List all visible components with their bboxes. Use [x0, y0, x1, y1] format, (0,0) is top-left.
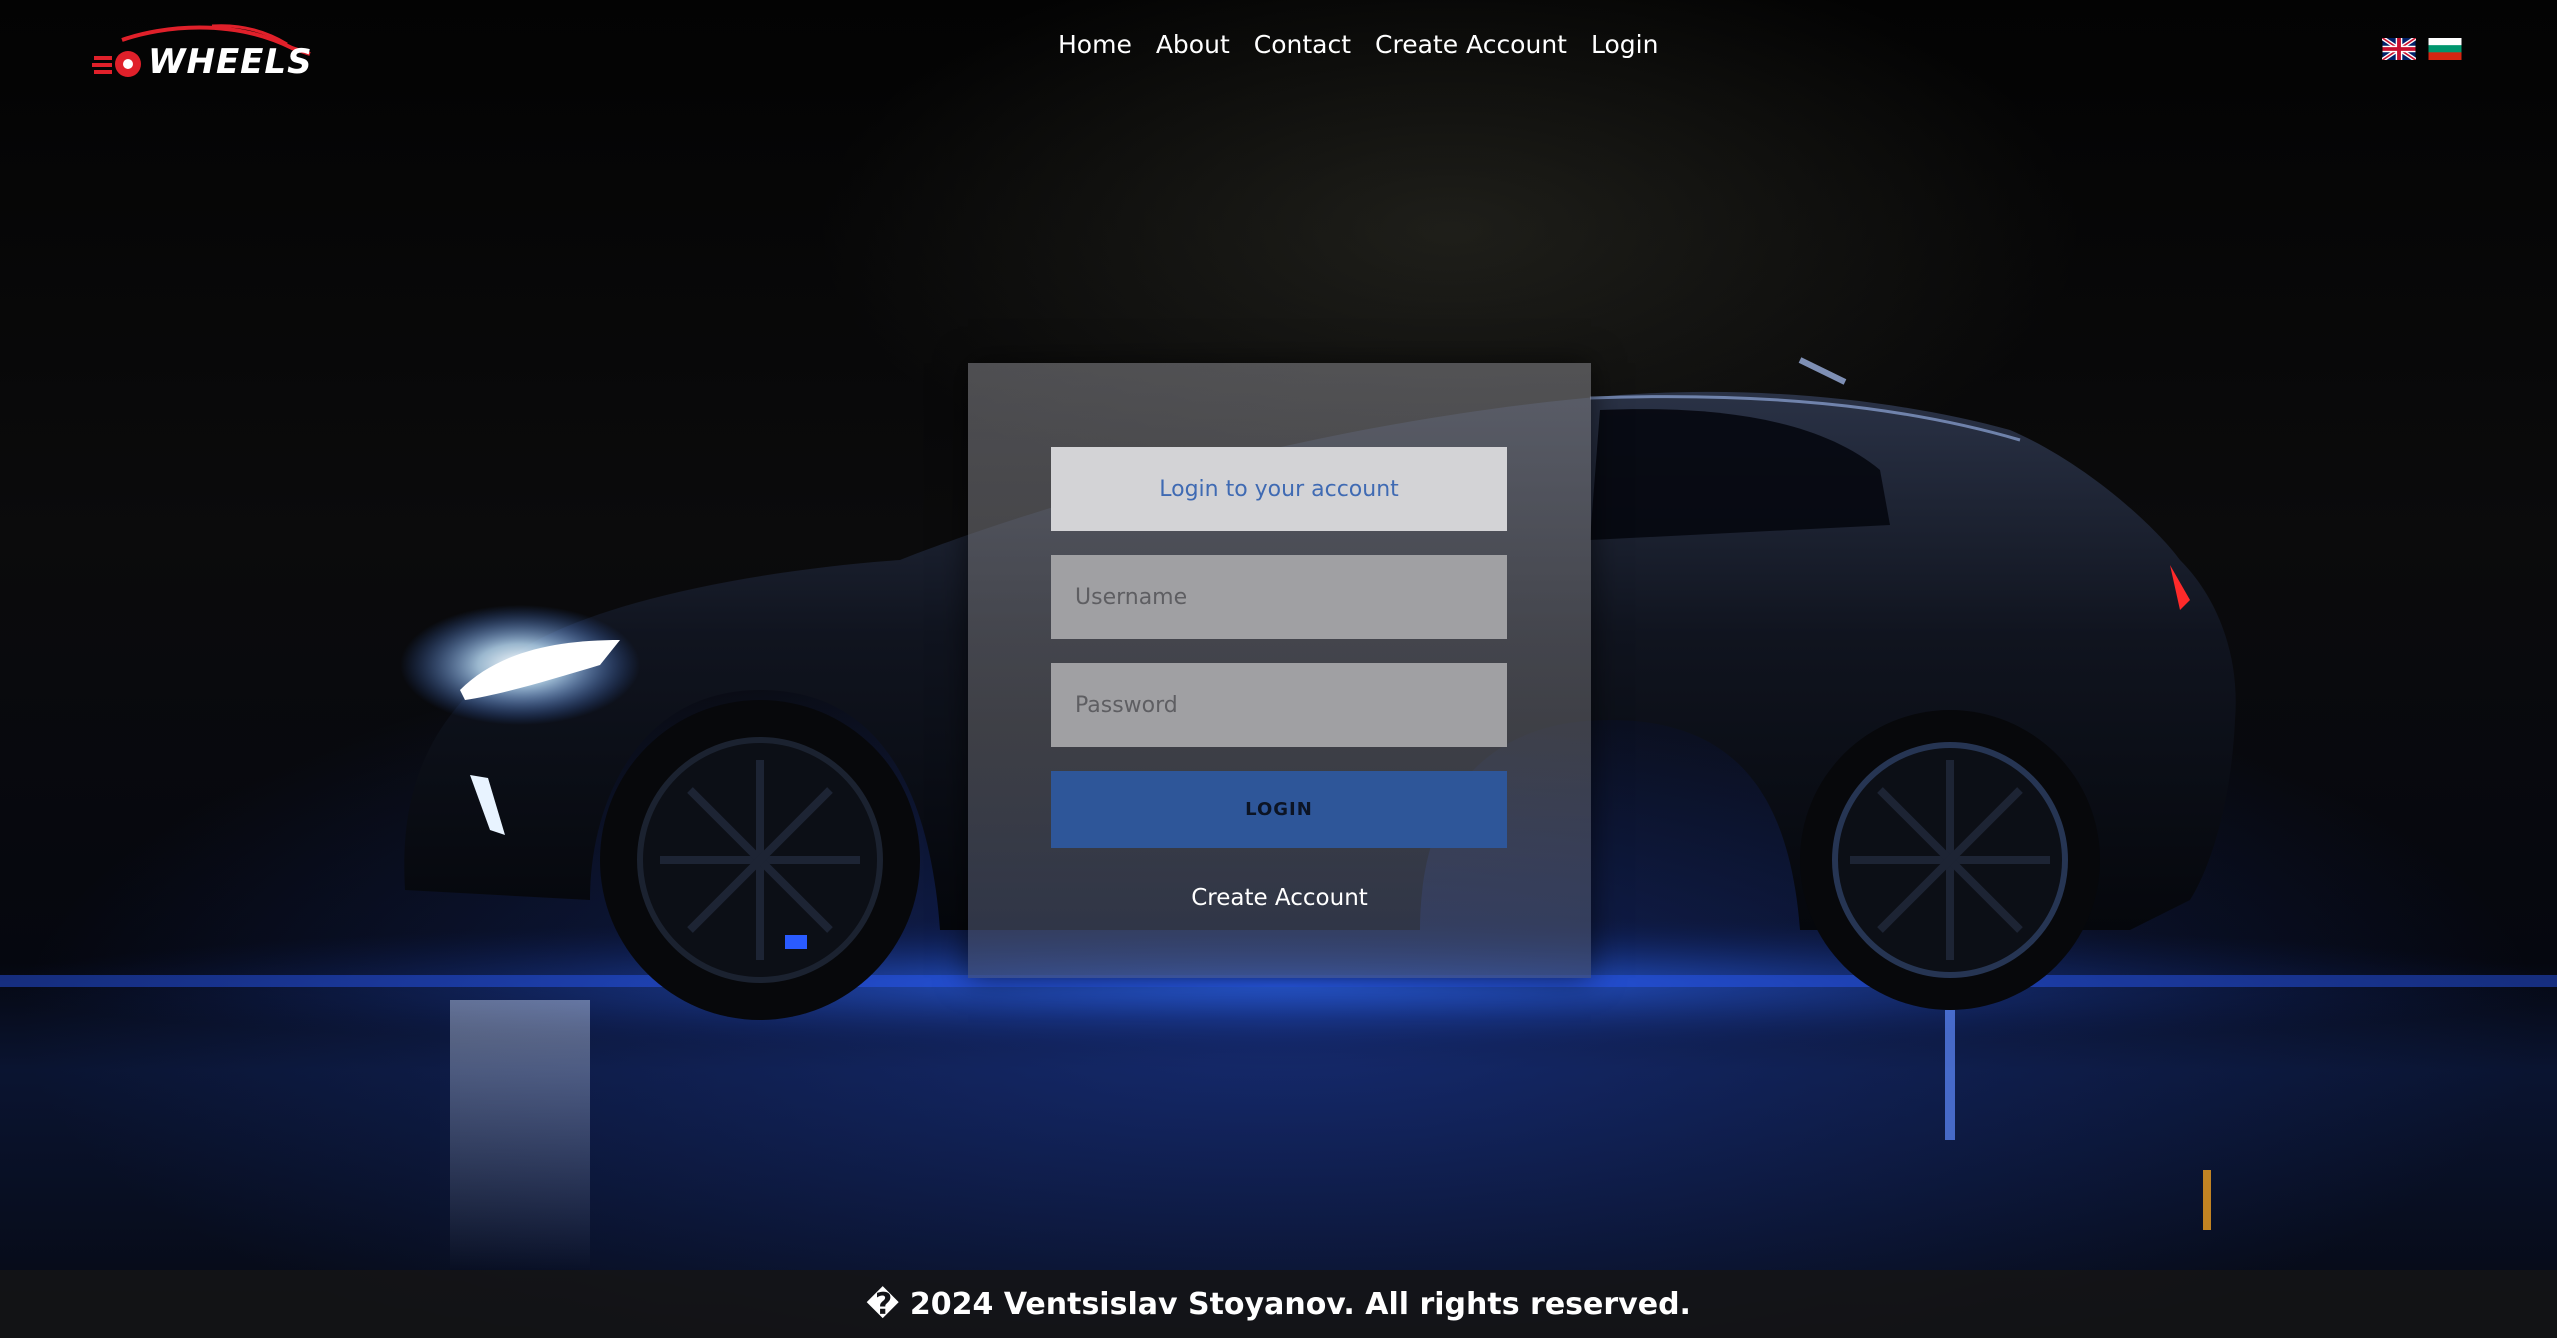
copyright-text: � 2024 Ventsislav Stoyanov. All rights r… — [866, 1286, 1691, 1322]
login-title: Login to your account — [1051, 447, 1507, 531]
password-input[interactable] — [1051, 663, 1507, 747]
language-switcher — [2382, 38, 2462, 60]
username-input[interactable] — [1051, 555, 1507, 639]
nav-contact-link[interactable]: Contact — [1254, 30, 1351, 59]
login-button[interactable]: LOGIN — [1051, 771, 1507, 848]
bulgaria-flag-icon[interactable] — [2428, 38, 2462, 60]
nav-home-link[interactable]: Home — [1058, 30, 1132, 59]
create-account-link[interactable]: Create Account — [968, 885, 1591, 911]
brand-name: WHEELS — [148, 42, 313, 82]
nav-about-link[interactable]: About — [1156, 30, 1230, 59]
nav-create-account-link[interactable]: Create Account — [1375, 30, 1567, 59]
login-card: Login to your account LOGIN Create Accou… — [968, 363, 1591, 978]
login-page: WHEELS Home About Contact Create Account… — [0, 0, 2557, 1338]
nav-login-link[interactable]: Login — [1591, 30, 1658, 59]
footer: � 2024 Ventsislav Stoyanov. All rights r… — [0, 1270, 2557, 1338]
uk-flag-icon[interactable] — [2382, 38, 2416, 60]
main-nav: Home About Contact Create Account Login — [1058, 30, 1658, 59]
